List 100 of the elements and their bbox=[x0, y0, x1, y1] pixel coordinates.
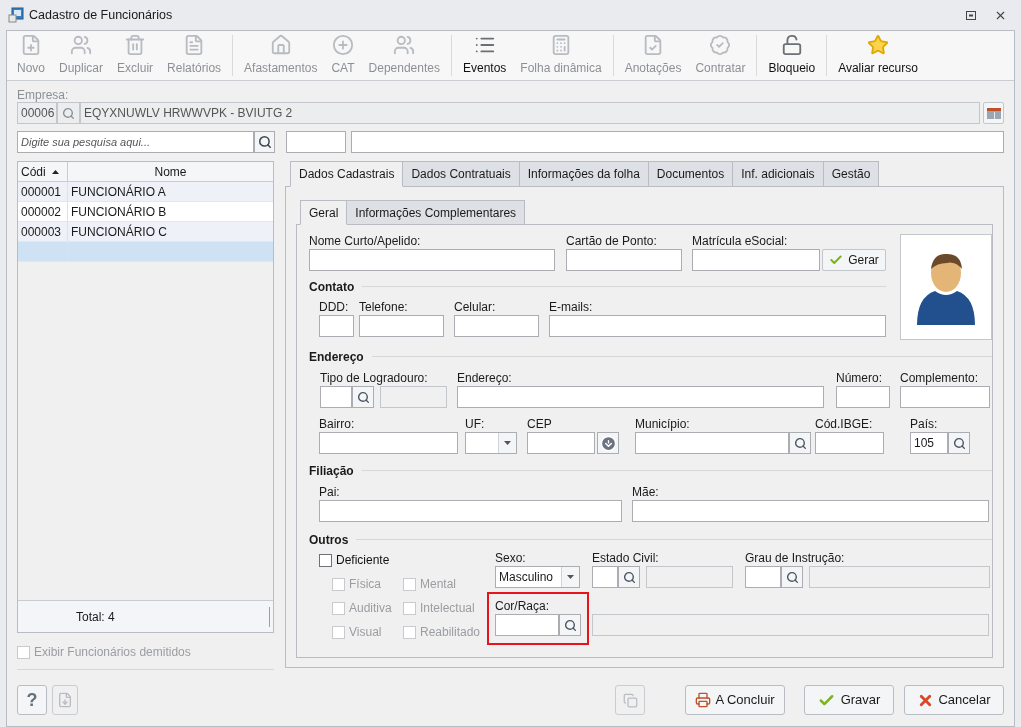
restore-icon[interactable] bbox=[966, 10, 976, 20]
search-icon bbox=[62, 106, 75, 120]
column-header[interactable]: Nome bbox=[68, 162, 273, 181]
field-label: Matrícula eSocial: bbox=[692, 234, 788, 249]
checkbox-label: Física bbox=[349, 576, 381, 593]
table-cell: 000003 bbox=[21, 225, 62, 239]
text-field[interactable] bbox=[900, 386, 990, 408]
search-button[interactable] bbox=[618, 566, 640, 588]
code-field[interactable] bbox=[745, 566, 781, 588]
search-button[interactable] bbox=[559, 614, 581, 636]
checkbox[interactable] bbox=[319, 553, 332, 567]
dropdown[interactable] bbox=[465, 432, 517, 454]
tab[interactable]: Informações da folha bbox=[518, 161, 649, 187]
field-label: DDD: bbox=[319, 300, 349, 315]
checkbox-label: Reabilitado bbox=[420, 624, 481, 641]
field-label: Cód.IBGE: bbox=[815, 417, 873, 432]
table-cell: FUNCIONÁRIO B bbox=[71, 205, 167, 219]
field-label: Complemento: bbox=[900, 371, 979, 386]
text-field[interactable] bbox=[566, 249, 682, 271]
column-header[interactable]: Códi bbox=[18, 162, 68, 181]
tab[interactable]: Documentos bbox=[647, 161, 734, 187]
text-field[interactable] bbox=[319, 315, 354, 337]
tab[interactable]: Gestão bbox=[822, 161, 880, 187]
search-button[interactable] bbox=[789, 432, 811, 454]
search-field[interactable]: Digite sua pesquisa aqui... bbox=[17, 131, 254, 153]
people-icon bbox=[70, 34, 92, 56]
text-field[interactable] bbox=[815, 432, 884, 454]
text-field[interactable] bbox=[457, 386, 824, 408]
photo-frame[interactable] bbox=[900, 234, 992, 340]
help-button[interactable]: ? bbox=[17, 685, 47, 715]
text-field[interactable] bbox=[454, 315, 539, 337]
text-field[interactable] bbox=[286, 131, 346, 153]
action-button[interactable]: Cancelar bbox=[904, 685, 1004, 715]
search-icon bbox=[563, 618, 577, 632]
field-label: Grau de Instrução: bbox=[745, 551, 845, 566]
tab[interactable]: Inf. adicionais bbox=[732, 161, 824, 187]
field-label: Município: bbox=[635, 417, 690, 432]
section-title: Outros bbox=[309, 531, 349, 549]
code-field[interactable] bbox=[320, 386, 352, 408]
tab[interactable]: Geral bbox=[300, 200, 348, 225]
total-label: Total: 4 bbox=[76, 608, 115, 626]
check-icon bbox=[829, 253, 844, 267]
text-field[interactable] bbox=[351, 131, 1004, 153]
layout-button[interactable] bbox=[983, 102, 1004, 124]
code-field[interactable] bbox=[592, 566, 618, 588]
table-row[interactable]: 000003 FUNCIONÁRIO C bbox=[18, 222, 273, 242]
field-label: Pai: bbox=[319, 485, 340, 500]
document-arrow-icon bbox=[57, 692, 73, 708]
field-label: Celular: bbox=[454, 300, 496, 315]
field-label: Estado Civil: bbox=[592, 551, 659, 566]
toolbar-button[interactable]: Avaliar recurso bbox=[831, 31, 925, 80]
text-field[interactable] bbox=[319, 500, 622, 522]
tab[interactable]: Dados Contratuais bbox=[402, 161, 520, 187]
checkbox-label: Exibir Funcionários demitidos bbox=[34, 644, 191, 661]
company-field: EQYXNUWLV HRWWVPK - BVIUTG 2 bbox=[80, 102, 980, 124]
window-icon bbox=[986, 107, 1001, 119]
search-icon bbox=[257, 135, 272, 149]
text-field[interactable] bbox=[632, 500, 989, 522]
generate-button[interactable]: Gerar bbox=[822, 249, 886, 271]
checkbox-label: Intelectual bbox=[420, 600, 475, 617]
text-field[interactable] bbox=[692, 249, 820, 271]
dropdown[interactable]: Masculino bbox=[495, 566, 580, 588]
table-cell: FUNCIONÁRIO A bbox=[71, 185, 166, 199]
code-field[interactable] bbox=[495, 614, 559, 636]
search-button[interactable] bbox=[254, 131, 275, 153]
app-icon bbox=[8, 7, 24, 23]
search-button[interactable] bbox=[781, 566, 803, 588]
field-label: Cor/Raça: bbox=[495, 599, 550, 614]
field-label: Tipo de Logradouro: bbox=[320, 371, 428, 386]
code-field[interactable] bbox=[635, 432, 789, 454]
tab[interactable]: Informações Complementares bbox=[346, 200, 526, 225]
arrow-down-circle-icon bbox=[599, 434, 617, 452]
field-label: Número: bbox=[836, 371, 882, 386]
text-field[interactable] bbox=[309, 249, 555, 271]
search-icon bbox=[952, 436, 966, 450]
action-button[interactable]: Gravar bbox=[804, 685, 894, 715]
plus-circle-icon bbox=[332, 34, 354, 56]
text-field[interactable] bbox=[549, 315, 886, 337]
text-field[interactable] bbox=[319, 432, 458, 454]
tab[interactable]: Dados Cadastrais bbox=[290, 161, 404, 187]
toolbar-button[interactable]: Eventos bbox=[455, 31, 514, 80]
sort-up-icon bbox=[51, 169, 59, 174]
text-field[interactable] bbox=[836, 386, 890, 408]
table-row[interactable]: 000001 FUNCIONÁRIO A bbox=[18, 182, 273, 202]
action-button[interactable]: A Concluir bbox=[685, 685, 785, 715]
search-button[interactable] bbox=[948, 432, 970, 454]
file-plus-icon bbox=[20, 34, 42, 56]
caret-icon bbox=[567, 575, 574, 579]
toolbar-button[interactable]: Bloqueio bbox=[761, 31, 823, 80]
search-icon bbox=[356, 390, 370, 404]
field-label: País: bbox=[910, 417, 938, 432]
lookup-button[interactable] bbox=[597, 432, 619, 454]
field-label: Nome Curto/Apelido: bbox=[309, 234, 421, 249]
star-icon bbox=[867, 34, 890, 56]
text-field[interactable] bbox=[359, 315, 444, 337]
code-field[interactable]: 105 bbox=[910, 432, 948, 454]
search-button[interactable] bbox=[352, 386, 374, 408]
field-label: Mãe: bbox=[632, 485, 659, 500]
table-row[interactable]: 000002 FUNCIONÁRIO B bbox=[18, 202, 273, 222]
text-field[interactable] bbox=[527, 432, 595, 454]
